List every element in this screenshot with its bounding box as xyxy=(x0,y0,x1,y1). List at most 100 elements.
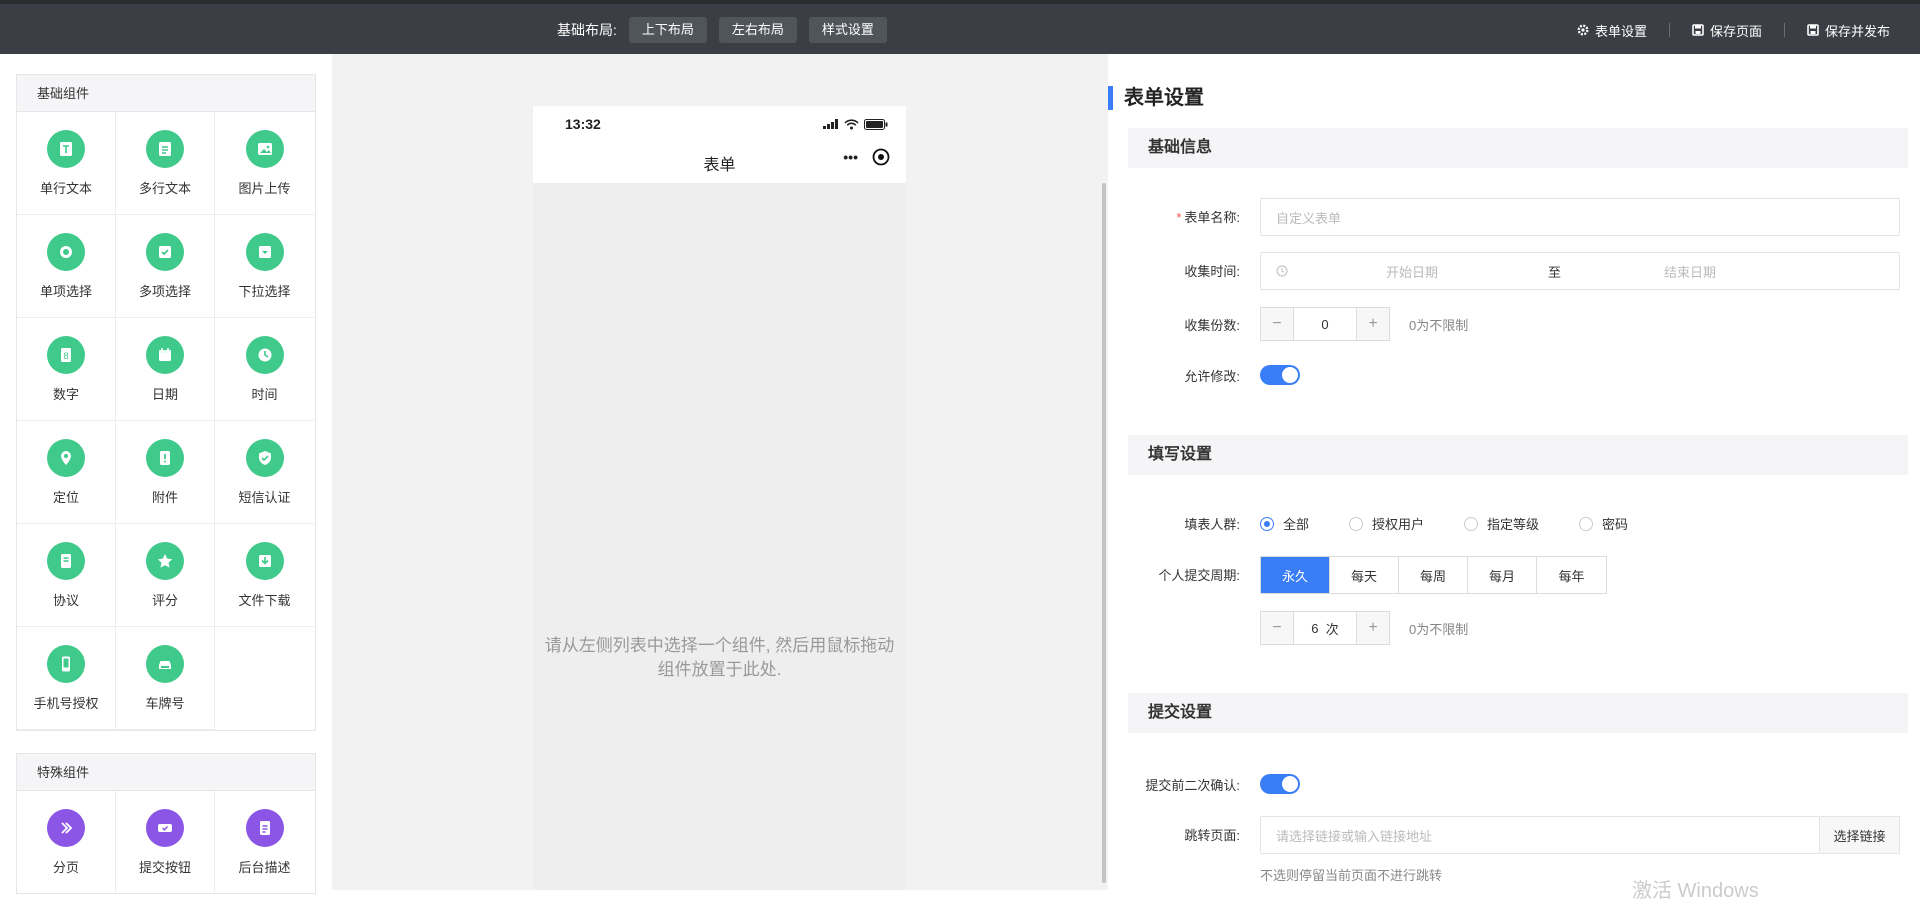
component-submit-button[interactable]: 提交按钮 xyxy=(116,791,215,893)
component-multi-text[interactable]: 多行文本 xyxy=(116,112,215,215)
form-settings-button[interactable]: 表单设置 xyxy=(1577,21,1647,40)
component-sms-verify[interactable]: 短信认证 xyxy=(215,421,314,524)
component-page-break[interactable]: 分页 xyxy=(17,791,116,893)
document-icon xyxy=(245,808,284,847)
component-label: 日期 xyxy=(151,386,178,402)
radio-label: 密码 xyxy=(1602,517,1629,532)
increment-button[interactable]: + xyxy=(1357,308,1389,340)
top-actions: 表单设置 保存页面 保存并发布 xyxy=(1577,17,1890,43)
component-label: 数字 xyxy=(52,386,79,402)
component-dropdown[interactable]: 下拉选择 xyxy=(215,215,314,318)
start-date-input[interactable]: 开始日期 xyxy=(1386,262,1438,281)
layout-switcher: 基础布局: 上下布局 左右布局 样式设置 xyxy=(557,17,887,43)
component-date[interactable]: 日期 xyxy=(116,318,215,421)
component-multi-choice[interactable]: 多项选择 xyxy=(116,215,215,318)
period-forever[interactable]: 永久 xyxy=(1261,557,1330,593)
save-publish-button[interactable]: 保存并发布 xyxy=(1807,21,1890,40)
select-link-button[interactable]: 选择链接 xyxy=(1820,816,1900,854)
component-image-upload[interactable]: 图片上传 xyxy=(215,112,314,215)
special-components-grid: 分页 提交按钮 后台描述 xyxy=(17,791,315,893)
calendar-icon xyxy=(146,335,184,374)
decrement-button[interactable]: − xyxy=(1261,612,1293,644)
allow-edit-label: 允许修改: xyxy=(1184,369,1240,384)
radio-label: 全部 xyxy=(1283,517,1310,532)
car-icon xyxy=(146,644,184,683)
component-backend-description[interactable]: 后台描述 xyxy=(215,791,314,893)
component-attachment[interactable]: 附件 xyxy=(116,421,215,524)
collect-count-hint: 0为不限制 xyxy=(1409,318,1469,333)
image-icon xyxy=(245,129,284,168)
battery-icon xyxy=(864,118,888,130)
component-rating[interactable]: 评分 xyxy=(116,524,215,627)
radio-authorized-users[interactable]: 授权用户 xyxy=(1349,514,1424,533)
radio-specified-level[interactable]: 指定等级 xyxy=(1464,514,1539,533)
period-yearly[interactable]: 每年 xyxy=(1537,557,1606,593)
confirm-before-submit-label: 提交前二次确认: xyxy=(1145,778,1240,793)
form-name-input[interactable]: 自定义表单 xyxy=(1260,198,1900,236)
period-weekly[interactable]: 每周 xyxy=(1399,557,1468,593)
component-location[interactable]: 定位 xyxy=(17,421,116,524)
status-bar: 13:32 xyxy=(533,106,906,142)
end-date-input[interactable]: 结束日期 xyxy=(1664,262,1716,281)
status-time: 13:32 xyxy=(565,116,601,132)
form-settings-label: 表单设置 xyxy=(1594,23,1647,39)
windows-activation-watermark: 激活 Windows xyxy=(1632,880,1759,902)
component-label: 多行文本 xyxy=(138,180,191,196)
component-license-plate[interactable]: 车牌号 xyxy=(116,627,215,730)
component-label: 下拉选择 xyxy=(238,283,291,299)
confirm-before-submit-toggle[interactable] xyxy=(1260,774,1300,794)
collect-count-value[interactable]: 0 xyxy=(1293,308,1357,340)
allow-edit-toggle[interactable] xyxy=(1260,365,1300,385)
top-toolbar: 基础布局: 上下布局 左右布局 样式设置 表单设置 保存页面 保存并发布 xyxy=(0,0,1920,54)
save-publish-label: 保存并发布 xyxy=(1824,23,1890,39)
component-phone-auth[interactable]: 手机号授权 xyxy=(17,627,116,730)
component-single-text[interactable]: 单行文本 xyxy=(17,112,116,215)
close-circle-icon[interactable] xyxy=(872,148,890,166)
radio-all[interactable]: 全部 xyxy=(1260,514,1309,533)
radio-dot xyxy=(1349,516,1364,531)
attachment-icon xyxy=(146,438,184,477)
special-components-group: 特殊组件 分页 提交按钮 后台描述 xyxy=(16,753,316,894)
checkbox-icon xyxy=(146,232,184,271)
decrement-button[interactable]: − xyxy=(1261,308,1293,340)
date-range-picker[interactable]: 开始日期 至 结束日期 xyxy=(1260,252,1900,290)
divider xyxy=(1783,23,1785,37)
section-submit-settings: 提交设置 xyxy=(1128,693,1908,733)
svg-text:8: 8 xyxy=(63,352,69,362)
radio-icon xyxy=(47,232,85,271)
design-canvas[interactable]: 13:32 表单 ••• 请从左侧列表中选择一个组件, 然后用鼠标拖动 组件放置… xyxy=(332,54,1108,890)
submit-icon xyxy=(146,808,184,847)
agreement-icon xyxy=(47,541,85,580)
layout-top-bottom-button[interactable]: 上下布局 xyxy=(628,17,707,43)
fill-group-label: 填表人群: xyxy=(1184,517,1240,532)
jump-link-input[interactable]: 请选择链接或输入链接地址 xyxy=(1260,816,1820,854)
component-number[interactable]: 8 数字 xyxy=(17,318,116,421)
save-icon xyxy=(1807,24,1819,36)
phone-preview[interactable]: 13:32 表单 ••• 请从左侧列表中选择一个组件, 然后用鼠标拖动 组件放置… xyxy=(533,106,906,890)
increment-button[interactable]: + xyxy=(1357,612,1389,644)
radio-dot xyxy=(1579,516,1594,531)
jump-page-label: 跳转页面: xyxy=(1184,828,1240,843)
period-monthly[interactable]: 每月 xyxy=(1468,557,1537,593)
component-file-download[interactable]: 文件下载 xyxy=(215,524,314,627)
period-daily[interactable]: 每天 xyxy=(1330,557,1399,593)
layout-left-right-button[interactable]: 左右布局 xyxy=(718,17,797,43)
component-agreement[interactable]: 协议 xyxy=(17,524,116,627)
radio-dot xyxy=(1260,516,1274,531)
gear-icon xyxy=(1577,24,1589,36)
collect-time-label: 收集时间: xyxy=(1184,264,1240,279)
save-page-button[interactable]: 保存页面 xyxy=(1692,21,1762,40)
special-components-title: 特殊组件 xyxy=(17,754,315,791)
layout-label: 基础布局: xyxy=(557,22,617,38)
divider xyxy=(1668,23,1670,37)
radio-password[interactable]: 密码 xyxy=(1579,514,1628,533)
submit-times-value[interactable]: 6 次 xyxy=(1293,612,1357,644)
save-page-label: 保存页面 xyxy=(1709,23,1762,39)
style-settings-button[interactable]: 样式设置 xyxy=(808,17,887,43)
settings-panel: 表单设置 基础信息 * 表单名称: 自定义表单 收集时间: 开始日期 至 结束日期… xyxy=(1108,54,1920,890)
component-single-choice[interactable]: 单项选择 xyxy=(17,215,116,318)
component-time[interactable]: 时间 xyxy=(215,318,314,421)
mini-program-capsule[interactable]: ••• xyxy=(843,148,890,166)
canvas-scrollbar[interactable] xyxy=(1102,183,1106,883)
more-icon[interactable]: ••• xyxy=(843,149,858,165)
